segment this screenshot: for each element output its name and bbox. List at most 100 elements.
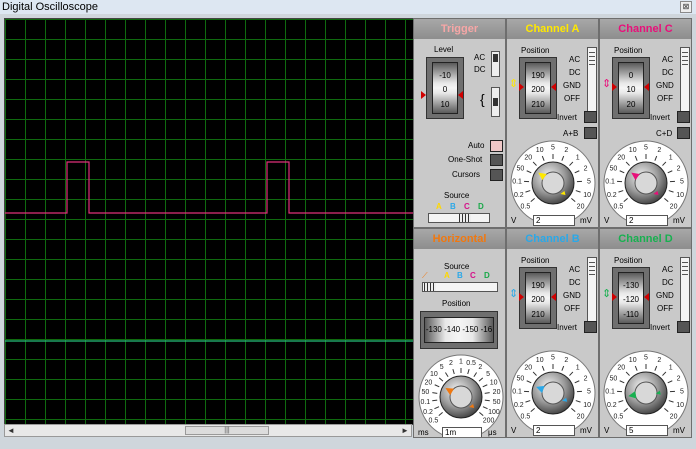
knob-label: 20	[424, 379, 432, 386]
horizontal-source-label: Source	[444, 262, 470, 271]
volts-div-value[interactable]: 5	[626, 425, 668, 436]
channel-d-panel: Channel D Position -130 -120 -110 ⇕ AC DC GND OFF…	[599, 228, 692, 438]
cursors-button[interactable]	[490, 169, 503, 181]
unit-v: V	[511, 216, 517, 225]
position-updown-icon[interactable]: ⇕	[509, 287, 518, 300]
window-title: Digital Oscilloscope	[2, 1, 98, 13]
position-updown-icon[interactable]: ⇕	[509, 77, 518, 90]
knob-label: 200	[483, 418, 495, 425]
unit-mv: mV	[580, 426, 592, 435]
position-label: Position	[521, 46, 550, 55]
position-label: Position	[521, 256, 550, 265]
level-label: Level	[434, 45, 454, 54]
trigger-source-slider[interactable]	[428, 213, 490, 223]
position-tick: 10	[626, 85, 636, 94]
unit-v: V	[604, 216, 610, 225]
edge-bracket-icon: {	[480, 91, 485, 107]
source-b: B	[450, 202, 456, 211]
position-updown-icon[interactable]: ⇕	[602, 77, 611, 90]
knob-label: 20	[524, 364, 532, 371]
knob-label: 10	[430, 371, 438, 378]
hpos-tick: -16	[480, 325, 493, 334]
scroll-thumb[interactable]: |||	[185, 426, 269, 435]
edge-switch[interactable]	[491, 87, 500, 117]
invert-button[interactable]	[584, 321, 597, 333]
volts-div-knob[interactable]: 0.50.20.1502010 5 21251020	[602, 137, 690, 225]
invert-button[interactable]	[677, 111, 690, 123]
coupling-off: OFF	[657, 304, 673, 313]
knob-label: 10	[629, 357, 637, 364]
knob-label: 0.1	[605, 388, 615, 395]
timebase-value[interactable]: 1m	[442, 427, 482, 437]
position-label: Position	[614, 256, 643, 265]
knob-label: 0.5	[429, 418, 439, 425]
one-shot-button[interactable]	[490, 154, 503, 166]
knob-label: 0.5	[521, 414, 531, 421]
knob-label: 1	[669, 364, 673, 371]
horizontal-position-drum[interactable]: -130 -140 -150 -16	[420, 311, 498, 349]
coupling-slider[interactable]	[680, 257, 690, 323]
coupling-off: OFF	[564, 94, 580, 103]
trigger-panel: Trigger Level -10 0 10 AC DC { Auto One-…	[413, 18, 506, 228]
knob-label: 20	[670, 414, 678, 421]
knob-label: 1	[669, 154, 673, 161]
coupling-off: OFF	[564, 304, 580, 313]
position-tick: -130	[622, 281, 639, 290]
knob-label: 5	[644, 145, 648, 152]
unit-v: V	[604, 426, 610, 435]
coupling-gnd: GND	[563, 291, 581, 300]
knob-label: 0.2	[514, 402, 524, 409]
volts-div-knob[interactable]: 0.50.20.1502010 5 21251020	[509, 137, 597, 225]
knob-label: 0.5	[614, 414, 624, 421]
close-icon[interactable]: ⊠	[680, 1, 692, 13]
knob-label: 20	[617, 364, 625, 371]
volts-div-knob[interactable]: 0.50.20.1502010 5 21251020	[602, 347, 690, 435]
coupling-slider[interactable]	[587, 257, 597, 323]
coupling-ac: AC	[569, 55, 581, 64]
coupling-slider[interactable]	[587, 47, 597, 113]
auto-label: Auto	[468, 141, 485, 150]
knob-label: 10	[536, 147, 544, 154]
invert-button[interactable]	[584, 111, 597, 123]
position-tick: 210	[531, 310, 545, 319]
coupling-dc: DC	[662, 68, 674, 77]
position-marker-icon	[644, 293, 649, 301]
knob-label: 5	[680, 178, 684, 185]
invert-button[interactable]	[677, 321, 690, 333]
unit-mv: mV	[673, 426, 685, 435]
hpos-tick: -130	[425, 325, 442, 334]
hsource-d: D	[484, 271, 490, 280]
knob-label: 20	[617, 154, 625, 161]
scroll-left-icon[interactable]: ◄	[5, 425, 17, 436]
coupling-gnd: GND	[656, 81, 674, 90]
knob-label: 20	[577, 204, 585, 211]
horizontal-panel: Horizontal Source ⟋ A B C D Position -13…	[413, 228, 506, 438]
volts-div-value[interactable]: 2	[533, 425, 575, 436]
horizontal-source-slider[interactable]	[422, 282, 498, 292]
horizontal-title: Horizontal	[414, 229, 505, 249]
position-marker-icon	[644, 83, 649, 91]
invert-label: Invert	[557, 323, 578, 332]
hpos-tick: -140	[444, 325, 461, 334]
coupling-slider[interactable]	[680, 47, 690, 113]
timebase-knob[interactable]: 0.50.20.150201052 1 0.525102050100200	[417, 351, 505, 438]
horizontal-position-label: Position	[442, 299, 471, 308]
coupling-switch[interactable]	[491, 51, 500, 77]
screen-display	[5, 19, 413, 424]
trigger-level-drum[interactable]: -10 0 10	[426, 57, 464, 119]
knob-label: 1	[576, 154, 580, 161]
window-titlebar: Digital Oscilloscope ⊠	[0, 0, 696, 14]
horizontal-scrollbar[interactable]: ◄ ||| ►	[4, 424, 412, 437]
auto-button[interactable]	[490, 140, 503, 152]
channel-a-panel: Channel A Position 190 200 210 ⇕ AC DC GND OFF Inv…	[506, 18, 599, 228]
volts-div-knob[interactable]: 0.50.20.1502010 5 21251020	[509, 347, 597, 435]
knob-label: 50	[422, 389, 430, 396]
knob-label: 50	[609, 375, 617, 382]
position-updown-icon[interactable]: ⇕	[602, 287, 611, 300]
scroll-right-icon[interactable]: ►	[399, 425, 411, 436]
position-marker-icon	[519, 293, 524, 301]
volts-div-value[interactable]: 2	[626, 215, 668, 226]
knob-label: 10	[536, 357, 544, 364]
position-tick: 190	[531, 281, 545, 290]
volts-div-value[interactable]: 2	[533, 215, 575, 226]
